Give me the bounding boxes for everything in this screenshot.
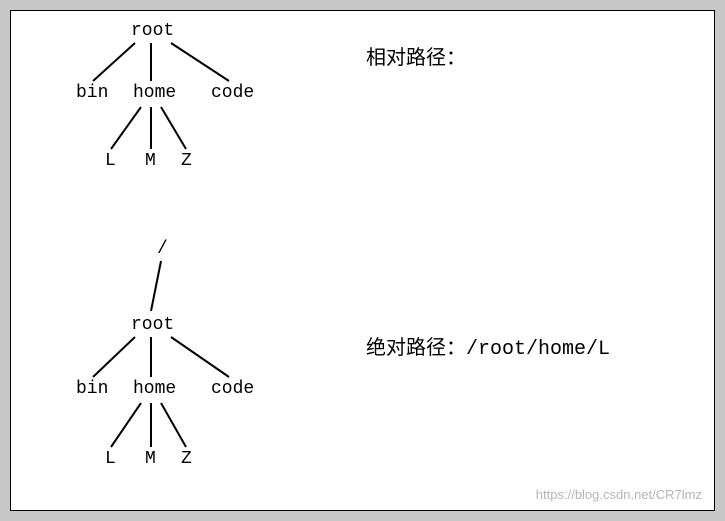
tree2-slash: /: [157, 239, 168, 259]
tree2-bin: bin: [76, 379, 108, 399]
tree2-M: M: [145, 449, 156, 469]
relative-path-label: 相对路径：: [366, 41, 466, 71]
tree1-M: M: [145, 151, 156, 171]
tree1-L: L: [105, 151, 116, 171]
tree2-root: root: [131, 315, 174, 335]
tree1-code: code: [211, 83, 254, 103]
tree2-edges: [11, 11, 714, 510]
tree2-code: code: [211, 379, 254, 399]
diagram-frame: root bin home code L M Z 相对路径： / root bi…: [10, 10, 715, 511]
absolute-path-label: 绝对路径：/root/home/L: [366, 331, 610, 361]
tree1-home: home: [133, 83, 176, 103]
tree1-bin: bin: [76, 83, 108, 103]
tree1-edges: [11, 11, 714, 510]
watermark-text: https://blog.csdn.net/CR7lmz: [536, 487, 702, 502]
tree2-home: home: [133, 379, 176, 399]
tree1-Z: Z: [181, 151, 192, 171]
tree2-Z: Z: [181, 449, 192, 469]
tree1-root: root: [131, 21, 174, 41]
tree2-L: L: [105, 449, 116, 469]
